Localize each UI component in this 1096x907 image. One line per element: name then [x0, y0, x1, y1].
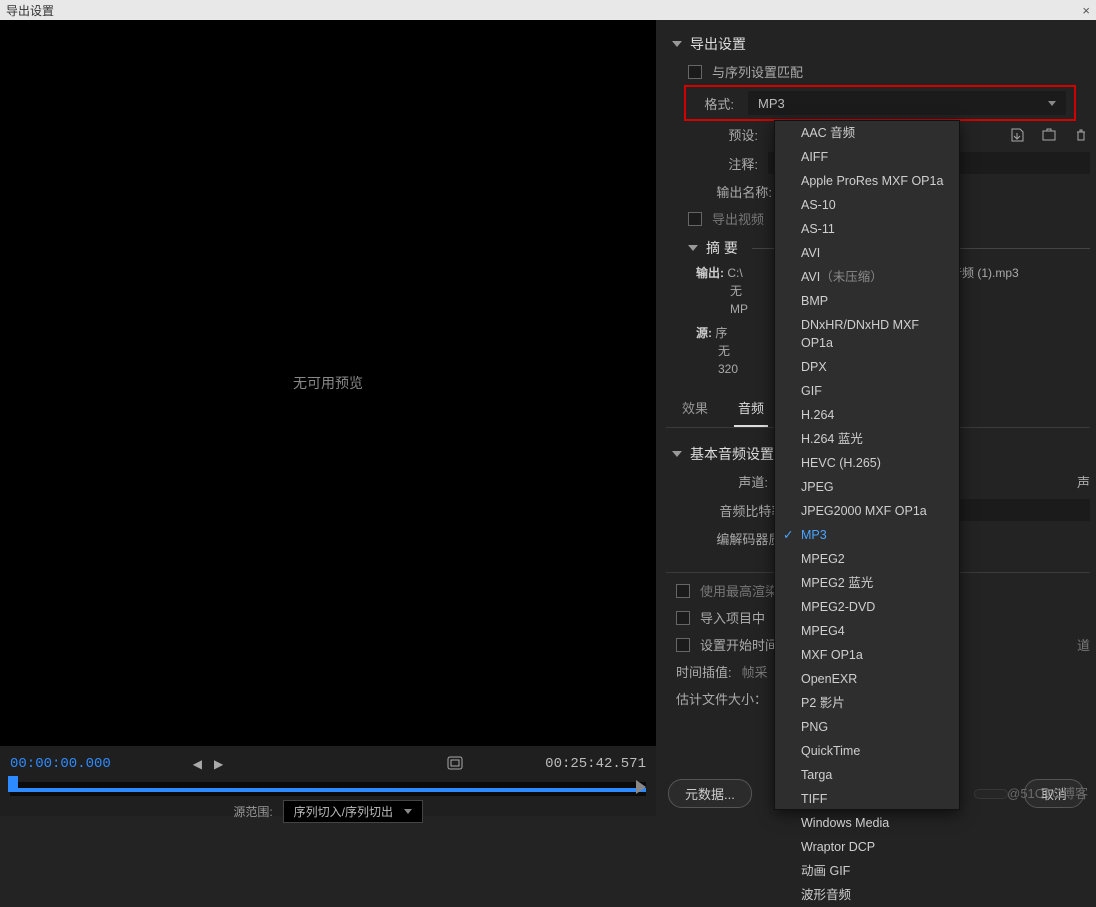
- export-settings-header: 导出设置: [690, 34, 746, 54]
- format-option[interactable]: MXF OP1a: [775, 643, 959, 667]
- format-option[interactable]: Apple ProRes MXF OP1a: [775, 169, 959, 193]
- format-option[interactable]: Targa: [775, 763, 959, 787]
- format-option[interactable]: MPEG4: [775, 619, 959, 643]
- format-option[interactable]: Windows Media: [775, 811, 959, 835]
- format-option[interactable]: DPX: [775, 355, 959, 379]
- delete-preset-icon[interactable]: [1072, 126, 1090, 144]
- timeline-bar[interactable]: [10, 782, 646, 796]
- source-range-select[interactable]: 序列切入/序列切出: [283, 800, 423, 823]
- match-sequence-checkbox[interactable]: [688, 65, 702, 79]
- queue-button[interactable]: [974, 789, 1008, 799]
- format-option[interactable]: P2 影片: [775, 691, 959, 715]
- set-start-tc-checkbox[interactable]: [676, 638, 690, 652]
- format-label: 格式:: [694, 94, 734, 113]
- close-icon[interactable]: ×: [1082, 3, 1090, 18]
- twirl-down-icon[interactable]: [672, 451, 682, 457]
- time-interp-value[interactable]: 帧采: [742, 662, 768, 681]
- import-project-label: 导入项目中: [700, 608, 765, 627]
- chevron-down-icon: [1048, 101, 1056, 106]
- format-option[interactable]: AVI: [775, 241, 959, 265]
- set-start-tc-label: 设置开始时间: [700, 635, 778, 654]
- format-select[interactable]: MP3: [748, 91, 1066, 115]
- max-render-checkbox[interactable]: [676, 584, 690, 598]
- format-option[interactable]: JPEG2000 MXF OP1a: [775, 499, 959, 523]
- format-option[interactable]: DNxHR/DNxHD MXF OP1a: [775, 313, 959, 355]
- channels-value: 声: [1077, 472, 1090, 491]
- max-render-label: 使用最高渲染: [700, 581, 778, 600]
- basic-audio-header: 基本音频设置: [690, 444, 774, 464]
- preset-label: 预设:: [688, 125, 758, 144]
- twirl-down-icon[interactable]: [672, 41, 682, 47]
- step-fwd-icon[interactable]: ▶: [214, 757, 223, 771]
- format-option[interactable]: PNG: [775, 715, 959, 739]
- export-video-checkbox[interactable]: [688, 212, 702, 226]
- chevron-down-icon: [404, 809, 412, 814]
- format-row: 格式: MP3: [684, 85, 1076, 121]
- import-preset-icon[interactable]: [1040, 126, 1058, 144]
- timecode-current[interactable]: 00:00:00.000: [10, 756, 111, 772]
- bitrate-label: 音频比特率:: [688, 501, 788, 520]
- format-option[interactable]: 动画 GIF: [775, 859, 959, 883]
- summary-header: 摘 要: [706, 238, 738, 258]
- format-option[interactable]: 波形音频: [775, 883, 959, 907]
- source-range-label: 源范围:: [233, 803, 272, 820]
- format-option[interactable]: QuickTime: [775, 739, 959, 763]
- cancel-button[interactable]: 取消: [1024, 779, 1084, 808]
- preview-empty-label: 无可用预览: [293, 373, 363, 393]
- timecode-duration: 00:25:42.571: [545, 756, 646, 772]
- format-option[interactable]: MPEG2: [775, 547, 959, 571]
- save-preset-icon[interactable]: [1008, 126, 1026, 144]
- metadata-button[interactable]: 元数据...: [668, 779, 752, 808]
- bitrate-select[interactable]: [949, 499, 1090, 521]
- format-option[interactable]: MPEG2 蓝光: [775, 571, 959, 595]
- alpha-only-label: 道: [1077, 635, 1090, 654]
- playhead-icon[interactable]: [8, 776, 18, 792]
- format-option[interactable]: MP3: [775, 523, 959, 547]
- format-option[interactable]: AS-10: [775, 193, 959, 217]
- step-back-icon[interactable]: ◀: [193, 757, 202, 771]
- format-option[interactable]: H.264 蓝光: [775, 427, 959, 451]
- est-size-label: 估计文件大小：: [676, 689, 767, 708]
- output-name-label: 输出名称:: [688, 182, 772, 201]
- format-option[interactable]: JPEG: [775, 475, 959, 499]
- format-option[interactable]: MPEG2-DVD: [775, 595, 959, 619]
- format-option[interactable]: AAC 音频: [775, 121, 959, 145]
- channels-label: 声道:: [688, 472, 768, 491]
- twirl-down-icon[interactable]: [688, 245, 698, 251]
- timeline: 00:00:00.000 ◀ ▶ 00:25:42.571 源范围:: [0, 746, 656, 816]
- preview-area: 无可用预览: [0, 20, 656, 746]
- format-option[interactable]: Wraptor DCP: [775, 835, 959, 859]
- format-option[interactable]: AVI（未压缩）: [775, 265, 959, 289]
- tab-audio[interactable]: 音频: [734, 392, 768, 427]
- format-dropdown[interactable]: AAC 音频AIFFApple ProRes MXF OP1aAS-10AS-1…: [774, 120, 960, 810]
- time-interp-label: 时间插值:: [676, 662, 732, 681]
- format-option[interactable]: GIF: [775, 379, 959, 403]
- comment-label: 注释:: [688, 154, 758, 173]
- format-option[interactable]: AS-11: [775, 217, 959, 241]
- format-option[interactable]: HEVC (H.265): [775, 451, 959, 475]
- match-sequence-label: 与序列设置匹配: [712, 62, 803, 81]
- format-option[interactable]: TIFF: [775, 787, 959, 811]
- format-option[interactable]: BMP: [775, 289, 959, 313]
- format-option[interactable]: H.264: [775, 403, 959, 427]
- export-video-label: 导出视频: [712, 209, 764, 228]
- format-option[interactable]: AIFF: [775, 145, 959, 169]
- fit-icon[interactable]: [447, 756, 463, 773]
- window-title: 导出设置: [6, 2, 54, 19]
- tab-effects[interactable]: 效果: [678, 392, 712, 427]
- preview-pane: 无可用预览 00:00:00.000 ◀ ▶ 00:25:42.571: [0, 20, 656, 816]
- import-project-checkbox[interactable]: [676, 611, 690, 625]
- window-title-bar: 导出设置 ×: [0, 0, 1096, 20]
- format-option[interactable]: OpenEXR: [775, 667, 959, 691]
